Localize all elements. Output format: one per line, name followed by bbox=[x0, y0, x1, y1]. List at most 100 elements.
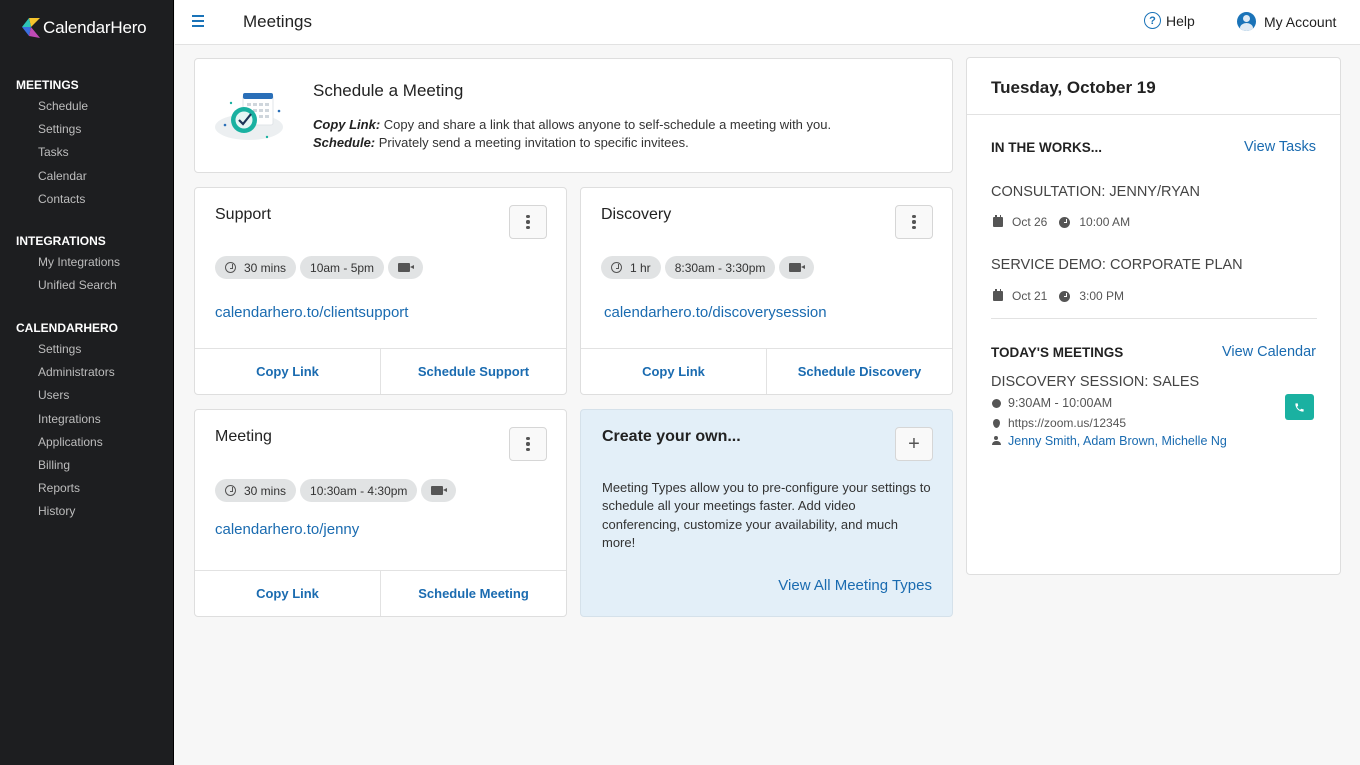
schedule-description: Schedule: Privately send a meeting invit… bbox=[313, 135, 689, 150]
clock-icon bbox=[1059, 216, 1071, 228]
nav-item-tasks[interactable]: Tasks bbox=[0, 141, 174, 164]
copy-link-button[interactable]: Copy Link bbox=[581, 349, 766, 394]
copy-link-label: Copy Link: bbox=[313, 117, 381, 132]
nav-item-schedule[interactable]: Schedule bbox=[0, 95, 174, 118]
nav-heading: MEETINGS bbox=[16, 78, 79, 92]
my-account-button[interactable]: My Account bbox=[1237, 12, 1336, 31]
nav-item-contacts[interactable]: Contacts bbox=[0, 188, 174, 211]
nav-item-history[interactable]: History bbox=[0, 500, 174, 523]
join-call-button[interactable] bbox=[1285, 394, 1314, 420]
view-all-meeting-types-link[interactable]: View All Meeting Types bbox=[778, 577, 932, 594]
nav-item-applications[interactable]: Applications bbox=[0, 431, 174, 454]
help-button[interactable]: ? Help bbox=[1144, 12, 1195, 29]
duration-badge: 30 mins bbox=[215, 256, 297, 279]
nav-item-calendar[interactable]: Calendar bbox=[0, 165, 174, 188]
schedule-discovery-button[interactable]: Schedule Discovery bbox=[766, 349, 952, 394]
clock-icon bbox=[611, 262, 622, 273]
nav-heading: INTEGRATIONS bbox=[16, 234, 106, 248]
video-camera-icon bbox=[398, 263, 415, 272]
meeting-time-row: 9:30AM - 10:00AM bbox=[991, 396, 1112, 410]
view-tasks-link[interactable]: View Tasks bbox=[1244, 139, 1316, 155]
booking-link[interactable]: calendarhero.to/discoverysession bbox=[604, 304, 827, 321]
nav-item-my-integrations[interactable]: My Integrations bbox=[0, 251, 174, 274]
booking-link[interactable]: calendarhero.to/clientsupport bbox=[215, 304, 408, 321]
task-title[interactable]: SERVICE DEMO: CORPORATE PLAN bbox=[991, 257, 1243, 273]
more-options-button[interactable] bbox=[895, 205, 933, 239]
in-the-works-heading: IN THE WORKS... bbox=[991, 140, 1102, 155]
clock-icon bbox=[225, 485, 236, 496]
location-pin-icon bbox=[992, 418, 1000, 428]
task-meta: Oct 21 3:00 PM bbox=[993, 289, 1124, 303]
video-badge bbox=[388, 256, 424, 279]
nav-section-meetings: MEETINGS Schedule Settings Tasks Calenda… bbox=[0, 75, 174, 211]
task-meta: Oct 26 10:00 AM bbox=[993, 215, 1130, 229]
task-title[interactable]: CONSULTATION: JENNY/RYAN bbox=[991, 184, 1200, 200]
add-meeting-type-button[interactable]: + bbox=[895, 427, 933, 461]
meeting-type-name: Support bbox=[215, 206, 272, 223]
hours-badge: 8:30am - 3:30pm bbox=[664, 256, 776, 279]
agenda-panel: Tuesday, October 19 IN THE WORKS... View… bbox=[966, 57, 1341, 575]
meeting-type-badges: 1 hr 8:30am - 3:30pm bbox=[601, 256, 818, 279]
nav-item-integrations[interactable]: Integrations bbox=[0, 408, 174, 431]
nav-item-reports[interactable]: Reports bbox=[0, 477, 174, 500]
calendar-icon bbox=[993, 289, 1003, 301]
kebab-icon bbox=[526, 214, 530, 219]
duration-value: 1 hr bbox=[630, 260, 651, 275]
menu-toggle-icon[interactable] bbox=[192, 15, 204, 27]
more-options-button[interactable] bbox=[509, 205, 547, 239]
hours-badge: 10:30am - 4:30pm bbox=[300, 479, 418, 502]
nav-section-calendarhero: CALENDARHERO Settings Administrators Use… bbox=[0, 318, 174, 524]
schedule-intro-title: Schedule a Meeting bbox=[313, 81, 464, 100]
task-time: 3:00 PM bbox=[1079, 289, 1125, 303]
copy-link-button[interactable]: Copy Link bbox=[195, 571, 380, 616]
schedule-meeting-button[interactable]: Schedule Meeting bbox=[380, 571, 566, 616]
schedule-label: Schedule: bbox=[313, 135, 376, 150]
nav-heading: CALENDARHERO bbox=[16, 321, 118, 335]
nav-item-users[interactable]: Users bbox=[0, 384, 174, 407]
duration-badge: 30 mins bbox=[215, 479, 297, 502]
divider bbox=[967, 114, 1340, 115]
meeting-attendees[interactable]: Jenny Smith, Adam Brown, Michelle Ng bbox=[1008, 434, 1227, 448]
copy-link-description: Copy Link: Copy and share a link that al… bbox=[313, 117, 831, 132]
nav-item-unified-search[interactable]: Unified Search bbox=[0, 274, 174, 297]
create-meeting-type-card: Create your own... + Meeting Types allow… bbox=[580, 409, 953, 617]
task-time: 10:00 AM bbox=[1079, 215, 1131, 229]
meeting-time: 9:30AM - 10:00AM bbox=[1008, 396, 1113, 410]
meeting-type-badges: 30 mins 10:30am - 4:30pm bbox=[215, 479, 460, 502]
schedule-text: Privately send a meeting invitation to s… bbox=[375, 135, 689, 150]
view-calendar-link[interactable]: View Calendar bbox=[1222, 344, 1316, 360]
meeting-type-card-discovery: Discovery 1 hr 8:30am - 3:30pm calendarh… bbox=[580, 187, 953, 395]
schedule-intro-card: Schedule a Meeting Copy Link: Copy and s… bbox=[194, 58, 953, 173]
avatar-icon bbox=[1237, 12, 1256, 31]
clock-icon bbox=[1059, 290, 1071, 302]
question-circle-icon: ? bbox=[1144, 12, 1161, 29]
calendar-check-illustration-icon bbox=[215, 93, 283, 140]
more-options-button[interactable] bbox=[509, 427, 547, 461]
top-bar: Meetings ? Help My Account bbox=[175, 0, 1360, 45]
meeting-type-card-support: Support 30 mins 10am - 5pm calendarhero.… bbox=[194, 187, 567, 395]
hours-badge: 10am - 5pm bbox=[300, 256, 385, 279]
card-actions: Copy Link Schedule Discovery bbox=[581, 348, 952, 394]
meeting-type-name: Discovery bbox=[601, 206, 672, 223]
sidebar: CalendarHero MEETINGS Schedule Settings … bbox=[0, 0, 174, 765]
nav-item-administrators[interactable]: Administrators bbox=[0, 361, 174, 384]
app-logo[interactable]: CalendarHero bbox=[20, 16, 147, 40]
calendar-icon bbox=[993, 215, 1003, 227]
nav-section-integrations: INTEGRATIONS My Integrations Unified Sea… bbox=[0, 231, 174, 297]
current-date: Tuesday, October 19 bbox=[991, 78, 1156, 97]
schedule-support-button[interactable]: Schedule Support bbox=[380, 349, 566, 394]
todays-meetings-heading: TODAY'S MEETINGS bbox=[991, 345, 1124, 360]
create-description: Meeting Types allow you to pre-configure… bbox=[602, 480, 931, 551]
duration-value: 30 mins bbox=[244, 260, 287, 275]
duration-value: 30 mins bbox=[244, 483, 287, 498]
nav-item-settings[interactable]: Settings bbox=[0, 118, 174, 141]
video-camera-icon bbox=[789, 263, 806, 272]
duration-badge: 1 hr bbox=[601, 256, 661, 279]
meeting-title[interactable]: DISCOVERY SESSION: SALES bbox=[991, 374, 1199, 390]
card-actions: Copy Link Schedule Meeting bbox=[195, 570, 566, 616]
copy-link-button[interactable]: Copy Link bbox=[195, 349, 380, 394]
nav-item-settings[interactable]: Settings bbox=[0, 338, 174, 361]
meeting-type-badges: 30 mins 10am - 5pm bbox=[215, 256, 427, 279]
booking-link[interactable]: calendarhero.to/jenny bbox=[215, 521, 359, 538]
nav-item-billing[interactable]: Billing bbox=[0, 454, 174, 477]
